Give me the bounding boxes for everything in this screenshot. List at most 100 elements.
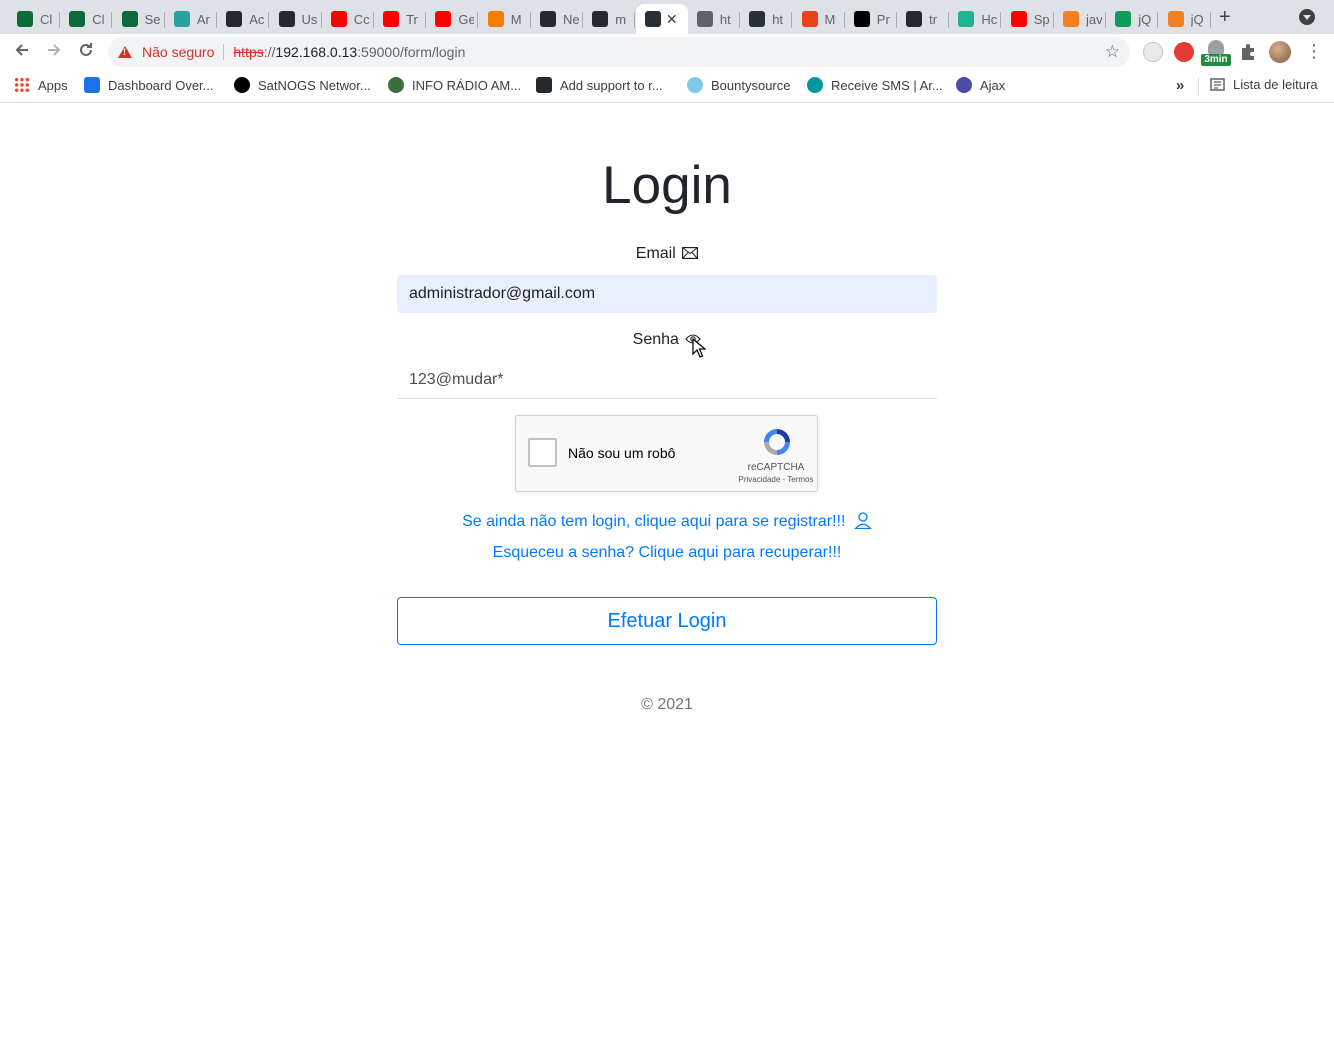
url-separator: :// [263,44,276,60]
tab[interactable]: jQ [1106,4,1159,34]
bookmark-item[interactable]: Dashboard Over... [84,77,214,93]
tab[interactable]: Ar [165,4,217,34]
address-bar[interactable]: Não seguro https://192.168.0.13:59000/fo… [108,37,1130,67]
arrow-left-icon [15,44,28,56]
tab[interactable]: Pr [845,4,897,34]
apps-grid-icon [14,77,30,93]
bookmark-label: Dashboard Over... [108,77,214,93]
password-input[interactable]: 123@mudar* [397,361,937,399]
tab-active[interactable]: ✕ [635,4,688,34]
bookmark-item[interactable]: INFO RÁDIO AM... [388,77,521,93]
tab[interactable]: Se [113,4,165,34]
tab[interactable]: M [793,4,845,34]
divider [1198,78,1199,96]
tab[interactable]: Ne [531,4,583,34]
bookmark-item[interactable]: Bountysource [687,77,791,93]
tab-favicon-icon [906,11,923,27]
new-tab-button[interactable]: + [1219,6,1231,29]
tab[interactable]: Cl [8,4,60,34]
close-tab-icon[interactable]: ✕ [666,11,678,28]
tab-favicon-icon [121,11,138,27]
password-label-row: Senha [0,331,1334,349]
tab-favicon-icon [1010,11,1027,27]
profile-avatar[interactable] [1269,41,1291,63]
bookmark-item[interactable]: Add support to r... [536,77,663,93]
envelope-icon [682,247,699,260]
bookmark-favicon-icon [388,77,404,93]
tab-label: Us [301,11,318,27]
page-title: Login [602,156,732,215]
tab-favicon-icon [801,11,818,27]
extension-icon[interactable] [1143,42,1163,62]
tab-favicon-icon [383,11,400,27]
menu-kebab-icon[interactable]: ⋮ [1305,42,1323,60]
tab-strip: Cl Cl Se Ar Ac Us Cc Tr Ge M Ne m ✕ ht ht M Pr tr Hc Sp jav j… [0,0,1334,34]
bookmark-item[interactable]: Ajax [956,77,1005,93]
timer-extension[interactable]: 3min [1201,38,1231,66]
security-status[interactable]: Não seguro [142,44,214,60]
tab-favicon-icon [696,11,713,27]
recaptcha-links[interactable]: Privacidade - Termos [721,475,831,484]
tab[interactable]: Tr [374,4,427,34]
user-icon [853,512,872,530]
tab-label: Tr [406,11,418,27]
login-button[interactable]: Efetuar Login [397,597,937,645]
tab[interactable]: jQ [1159,4,1211,34]
bookmark-item[interactable]: Receive SMS | Ar... [807,77,943,93]
tab[interactable]: m [583,4,636,34]
tab-favicon-icon [69,11,86,27]
bookmark-favicon-icon [536,77,552,93]
tab[interactable]: Us [270,4,322,34]
tab-label: jav [1086,11,1102,27]
extensions-puzzle-icon[interactable] [1238,42,1258,67]
tab-label: m [615,11,627,27]
tab-favicon-icon [592,11,609,27]
tab[interactable]: Ge [426,4,479,34]
tab[interactable]: tr [897,4,950,34]
password-label: Senha [632,331,679,348]
tab-label: Sp [1033,11,1050,27]
reading-list-button[interactable]: Lista de leitura [1210,77,1318,92]
recaptcha-label: Não sou um robô [568,445,676,461]
adblock-icon[interactable] [1174,42,1194,62]
recaptcha-checkbox[interactable] [528,438,557,467]
bookmark-label: SatNOGS Networ... [258,77,371,93]
forward-button[interactable] [43,41,65,63]
tab[interactable]: ht [688,4,740,34]
tab[interactable]: jav [1054,4,1106,34]
bookmark-item[interactable]: SatNOGS Networ... [234,77,371,93]
arrow-right-icon [48,44,61,56]
login-page: Login Email administrador@gmail.com Senh… [0,104,1334,1055]
tab-favicon-icon [1063,11,1079,27]
recover-password-link[interactable]: Esqueceu a senha? Clique aqui para recup… [0,544,1334,562]
tab-search-button[interactable] [1299,9,1315,25]
tab-label: Cl [40,11,53,27]
reading-list-icon [1210,78,1225,91]
bookmark-star-icon[interactable]: ☆ [1105,42,1120,62]
url-text[interactable]: https://192.168.0.13:59000/form/login [233,44,465,60]
bookmarks-overflow-button[interactable]: » [1176,77,1184,94]
bookmark-apps[interactable]: Apps [14,77,68,93]
tab-favicon-icon [1115,11,1132,27]
tab-label: ht [772,11,784,27]
register-link-row[interactable]: Se ainda não tem login, clique aqui para… [0,512,1334,531]
email-label: Email [635,245,676,262]
tab-favicon-icon [487,11,504,27]
tab-favicon-icon [540,11,556,27]
tab[interactable]: Cc [322,4,374,34]
mouse-cursor-icon [692,338,706,358]
tab-favicon-icon [226,11,243,27]
back-button[interactable] [11,41,33,63]
tab[interactable]: M [479,4,531,34]
tab-favicon-icon [644,11,661,27]
recaptcha-logo-icon [764,429,790,455]
reload-button[interactable] [75,41,97,63]
tab-label: Ac [249,11,265,27]
tab[interactable]: Hc [949,4,1002,34]
tab[interactable]: Sp [1002,4,1054,34]
tab[interactable]: Cl [60,4,113,34]
tab[interactable]: ht [740,4,793,34]
email-input[interactable]: administrador@gmail.com [397,275,937,313]
register-link[interactable]: Se ainda não tem login, clique aqui para… [462,513,845,530]
tab[interactable]: Ac [217,4,270,34]
